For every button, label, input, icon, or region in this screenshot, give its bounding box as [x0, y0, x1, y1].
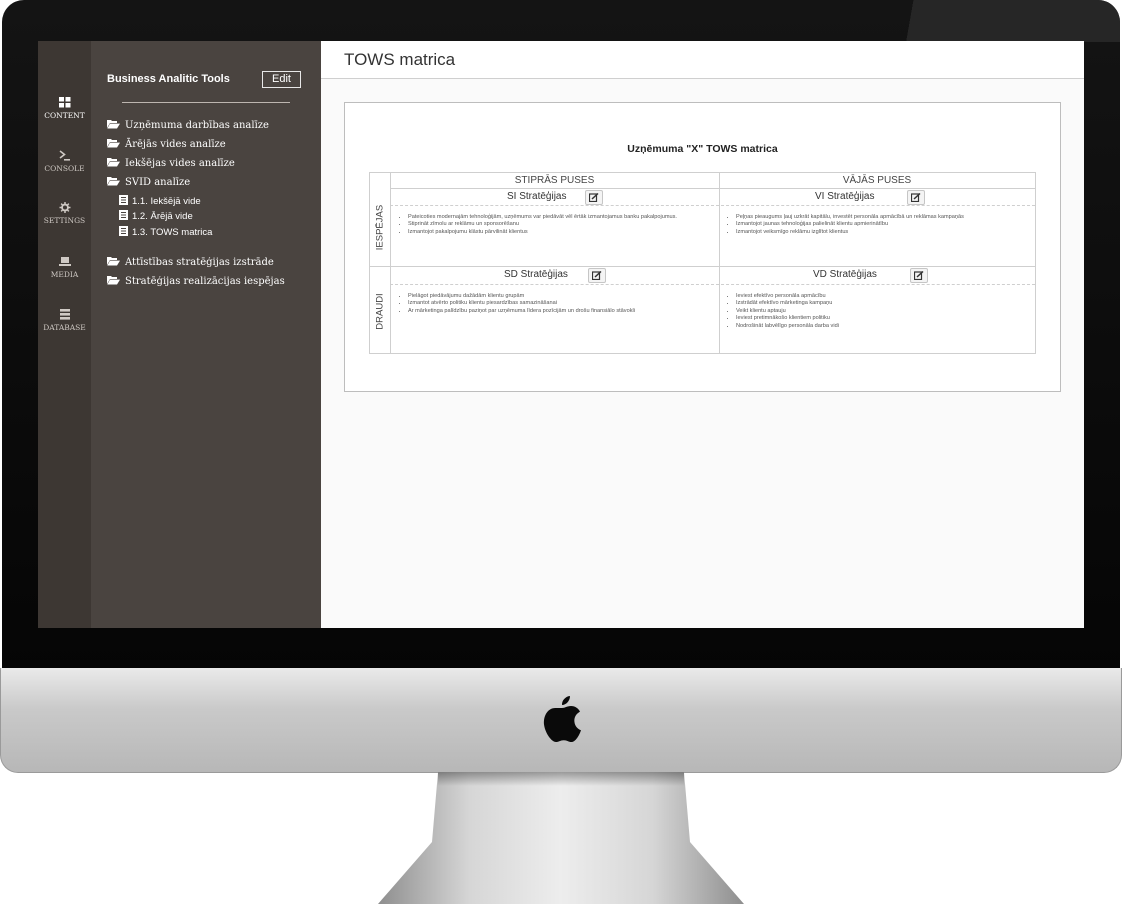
folder-open-icon: [107, 177, 120, 186]
list-item: Ieviest pretimnākošo klientiem politiku: [736, 315, 1033, 322]
sidebar: Business Analitic Tools Edit Uzņēmuma da…: [91, 41, 321, 628]
main-content: TOWS matrica Uzņēmuma "X" TOWS matrica S…: [321, 41, 1084, 628]
nav-item-svid-analize[interactable]: SVID analīze: [107, 176, 190, 189]
vd-edit-button[interactable]: [910, 268, 928, 283]
screen: CONTENT CONSOLE SETTINGS MEDIA DATABASE …: [38, 41, 1084, 628]
list-item: Izmantojot pakalpojumu klāstu pārvilināt…: [408, 229, 712, 236]
nav-media[interactable]: MEDIA: [38, 256, 91, 279]
list-doc-icon: [119, 210, 128, 220]
sd-edit-button[interactable]: [588, 268, 606, 283]
si-edit-button[interactable]: [585, 190, 603, 205]
matrix-dash: [390, 284, 1035, 285]
bezel-shine: [860, 0, 1120, 42]
terminal-icon: [59, 150, 70, 161]
nav-console[interactable]: CONSOLE: [38, 150, 91, 173]
nav-settings[interactable]: SETTINGS: [38, 202, 91, 225]
nav-item-label: Stratēģijas realizācijas iespējas: [125, 276, 285, 287]
matrix-line: [390, 188, 1035, 189]
nav-item-label: Ārējās vides analīze: [125, 139, 226, 150]
sub-item-iekseja-vide[interactable]: 1.1. Iekšējā vide: [119, 195, 201, 208]
list-item: Nodrošināt labvēlīgo personāla darba vid…: [736, 323, 1033, 330]
nav-item-attistibas-strategijas[interactable]: Attīstības stratēģijas izstrāde: [107, 256, 274, 269]
folder-open-icon: [107, 158, 120, 167]
top-bar: TOWS matrica: [321, 41, 1084, 79]
vi-strategy-label: VI Stratēģijas: [815, 191, 875, 202]
sd-strategy-label: SD Stratēģijas: [504, 269, 568, 280]
nav-console-label: CONSOLE: [44, 164, 85, 173]
si-strategy-label: SI Stratēģijas: [507, 191, 567, 202]
vd-strategy-list: Ieviest efektīvo personāla apmācību Izst…: [728, 293, 1033, 330]
nav-media-label: MEDIA: [50, 270, 79, 279]
row-head-opportunities: IESPĒJAS: [374, 204, 386, 251]
sub-item-label: 1.2. Ārējā vide: [132, 211, 193, 222]
vd-strategy-label: VD Stratēģijas: [813, 269, 877, 280]
database-icon: [59, 309, 70, 320]
sidebar-divider: [122, 102, 290, 103]
list-item: Ieviest efektīvo personāla apmācību: [736, 293, 1033, 300]
nav-item-darbibas-analize[interactable]: Uzņēmuma darbības analīze: [107, 119, 269, 132]
vi-edit-button[interactable]: [907, 190, 925, 205]
nav-database[interactable]: DATABASE: [38, 309, 91, 332]
nav-content[interactable]: CONTENT: [38, 97, 91, 120]
sub-item-label: 1.1. Iekšējā vide: [132, 196, 201, 207]
page-title: TOWS matrica: [344, 50, 456, 69]
folder-open-icon: [107, 120, 120, 129]
sub-item-areja-vide[interactable]: 1.2. Ārējā vide: [119, 210, 193, 223]
nav-item-label: Uzņēmuma darbības analīze: [125, 120, 269, 131]
list-item: Izstrādāt efektīvo mārketinga kampaņu: [736, 300, 1033, 307]
edit-icon: [592, 271, 602, 280]
sub-item-tows-matrica[interactable]: 1.3. TOWS matrica: [119, 226, 212, 239]
edit-icon: [914, 271, 924, 280]
list-item: Ar mārketinga palīdzību paziņot par uzņē…: [408, 308, 712, 315]
edit-button[interactable]: Edit: [262, 71, 301, 88]
list-item: Izmantojot jaunas tehnoloģijas palielinā…: [736, 221, 1033, 228]
brand-title: Business Analitic Tools: [107, 73, 230, 85]
list-item: Veikt klientu aptauju: [736, 308, 1033, 315]
nav-item-ieksejas-vides[interactable]: Iekšējas vides analīze: [107, 157, 235, 170]
row-head-threats: DRAUDI: [374, 293, 386, 330]
nav-database-label: DATABASE: [43, 323, 86, 332]
nav-item-label: Attīstības stratēģijas izstrāde: [125, 257, 274, 268]
matrix-line: [719, 173, 720, 353]
icon-bar: CONTENT CONSOLE SETTINGS MEDIA DATABASE: [38, 41, 91, 628]
gear-icon: [59, 202, 70, 213]
folder-open-icon: [107, 257, 120, 266]
laptop-icon: [58, 257, 71, 266]
nav-settings-label: SETTINGS: [43, 216, 86, 225]
sd-strategy-list: Pielāgot piedāvājumu dažādām klientu gru…: [400, 293, 712, 315]
edit-icon: [911, 193, 921, 202]
apple-logo-icon: [543, 696, 581, 742]
list-doc-icon: [119, 195, 128, 205]
nav-item-label: Iekšējas vides analīze: [125, 158, 235, 169]
list-item: Izmantot atvērto politiku klientu piesar…: [408, 300, 712, 307]
matrix-line: [390, 173, 391, 353]
sub-item-label: 1.3. TOWS matrica: [132, 227, 213, 238]
col-head-weaknesses: VĀJĀS PUSES: [842, 175, 912, 186]
si-strategy-list: Pateicoties modernajām tehnoloģijām, uzņ…: [400, 214, 712, 236]
list-item: Pateicoties modernajām tehnoloģijām, uzņ…: [408, 214, 712, 221]
tows-matrix: STIPRĀS PUSES VĀJĀS PUSES IESPĒJAS DRAUD…: [369, 172, 1036, 354]
nav-item-arejas-vides[interactable]: Ārējās vides analīze: [107, 138, 226, 151]
grid-icon: [58, 97, 70, 108]
list-item: Stiprināt zīmolu ar reklāmu un sponsorēš…: [408, 221, 712, 228]
list-item: Izmantojot veiksmīgo reklāmu izglītot kl…: [736, 229, 1033, 236]
matrix-card: Uzņēmuma "X" TOWS matrica STIPRĀS PUSES …: [344, 102, 1061, 392]
matrix-dash: [390, 205, 1035, 206]
list-doc-icon: [119, 226, 128, 236]
nav-item-label: SVID analīze: [125, 177, 191, 188]
vi-strategy-list: Peļņas pieaugums ļauj uzkrāt kapitālu, i…: [728, 214, 1033, 236]
folder-open-icon: [107, 276, 120, 285]
matrix-title: Uzņēmuma "X" TOWS matrica: [627, 143, 778, 155]
nav-content-label: CONTENT: [44, 111, 85, 120]
folder-open-icon: [107, 139, 120, 148]
stand-shadow: [438, 772, 684, 786]
nav-item-strategijas-realizacijas[interactable]: Stratēģijas realizācijas iespējas: [107, 275, 285, 288]
col-head-strengths: STIPRĀS PUSES: [514, 175, 595, 186]
edit-icon: [589, 193, 599, 202]
monitor-stand: [378, 772, 744, 904]
list-item: Pielāgot piedāvājumu dažādām klientu gru…: [408, 293, 712, 300]
matrix-line: [370, 266, 1035, 267]
